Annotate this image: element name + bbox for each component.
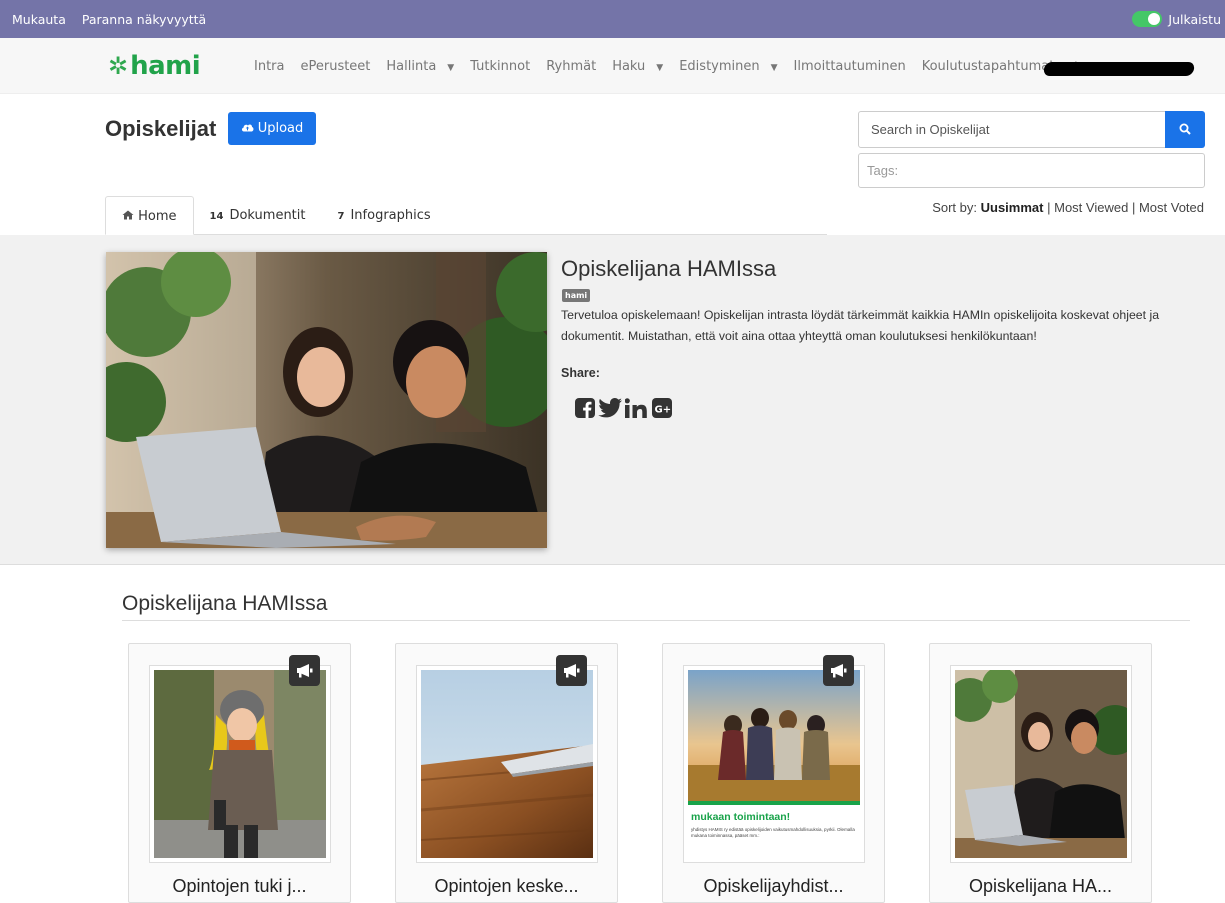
card-thumbnail[interactable] (950, 665, 1132, 863)
tags-input[interactable]: Tags: (858, 153, 1205, 188)
published-label: Julkaistu (1168, 11, 1221, 27)
svg-text:G+: G+ (655, 405, 672, 416)
nav-item-koulutustapahtumat[interactable]: Koulutustapahtumat (922, 59, 1063, 74)
upload-button[interactable]: Upload (228, 112, 316, 145)
share-icons: G+ (575, 398, 675, 422)
hero-title[interactable]: Opiskelijana HAMIssa (561, 256, 776, 282)
chevron-down-icon: ▼ (656, 63, 664, 73)
card-thumbnail[interactable] (416, 665, 598, 863)
improve-visibility-link[interactable]: Paranna näkyvyyttä (82, 12, 206, 27)
flower-icon: ✲ (108, 52, 129, 80)
redacted-user-menu[interactable] (1042, 62, 1196, 76)
card-title[interactable]: Opintojen tuki j... (129, 876, 350, 897)
chevron-down-icon: ▼ (447, 63, 455, 73)
page-title: Opiskelijat (105, 116, 217, 141)
card-thumbnail[interactable] (149, 665, 331, 863)
nav-item-edistyminen[interactable]: Edistyminen ▼ (679, 59, 785, 74)
hami-logo[interactable]: ✲ hami (108, 51, 201, 81)
megaphone-icon[interactable] (556, 655, 587, 686)
document-card[interactable]: mukaan toimintaan! yhdistys HAMIS ry edi… (662, 643, 885, 903)
nav-item-eperusteet[interactable]: ePerusteet (300, 59, 378, 74)
tab-dokumentit[interactable]: 14 Dokumentit (194, 196, 322, 235)
hero-image[interactable] (106, 252, 547, 548)
nav-item-ilmoittautuminen[interactable]: Ilmoittautuminen (794, 59, 914, 74)
twitter-icon[interactable] (598, 398, 622, 422)
tab-infographics[interactable]: 7 Infographics (322, 196, 447, 235)
sort-newest[interactable]: Uusimmat (981, 200, 1044, 215)
linkedin-icon[interactable] (624, 398, 649, 422)
section-title: Opiskelijana HAMIssa (122, 592, 328, 615)
poster-headline: mukaan toimintaan! (691, 811, 791, 823)
megaphone-icon[interactable] (289, 655, 320, 686)
nav-item-intra[interactable]: Intra (254, 59, 292, 74)
chevron-down-icon: ▼ (770, 63, 778, 73)
nav-item-tutkinnot[interactable]: Tutkinnot (470, 59, 538, 74)
search-input[interactable]: Search in Opiskelijat (858, 111, 1166, 148)
admin-bar: Mukauta Paranna näkyvyyttä Julkaistu (0, 0, 1225, 38)
poster-body: yhdistys HAMIS ry edistää opiskelijoiden… (691, 827, 855, 838)
main-navbar: ✲ hami Intra ePerusteet Hallinta ▼ Tutkin… (0, 38, 1225, 94)
facebook-icon[interactable] (575, 398, 595, 422)
search-button[interactable] (1165, 111, 1205, 148)
card-title[interactable]: Opintojen keske... (396, 876, 617, 897)
google-plus-icon[interactable]: G+ (652, 398, 672, 422)
share-label: Share: (561, 366, 600, 380)
nav-links: Intra ePerusteet Hallinta ▼ Tutkinnot Ryh… (254, 59, 1089, 74)
hero-section: Opiskelijana HAMIssa hami Tervetuloa opi… (0, 235, 1225, 565)
toggle-switch[interactable] (1132, 11, 1163, 27)
card-thumbnail[interactable]: mukaan toimintaan! yhdistys HAMIS ry edi… (683, 665, 865, 863)
logo-text: hami (130, 51, 201, 81)
document-card[interactable]: Opintojen tuki j... (128, 643, 351, 903)
tab-home[interactable]: Home (105, 196, 194, 235)
document-card[interactable]: Opintojen keske... (395, 643, 618, 903)
sort-bar: Sort by: Uusimmat | Most Viewed | Most V… (932, 200, 1204, 215)
home-icon (122, 209, 138, 224)
search-icon (1179, 120, 1191, 139)
published-toggle[interactable]: Julkaistu (1132, 11, 1221, 27)
tab-bar: Home 14 Dokumentit 7 Infographics (105, 196, 447, 235)
customize-link[interactable]: Mukauta (12, 12, 66, 27)
cloud-upload-icon (241, 122, 254, 135)
nav-item-hallinta[interactable]: Hallinta ▼ (386, 59, 462, 74)
nav-item-ryhmat[interactable]: Ryhmät (546, 59, 604, 74)
card-title[interactable]: Opiskelijayhdist... (663, 876, 884, 897)
nav-item-haku[interactable]: Haku ▼ (612, 59, 671, 74)
hero-description: Tervetuloa opiskelemaan! Opiskelijan int… (561, 308, 1160, 343)
megaphone-icon[interactable] (823, 655, 854, 686)
card-title[interactable]: Opiskelijana HA... (930, 876, 1151, 897)
sort-most-voted[interactable]: Most Voted (1139, 200, 1204, 215)
upload-label: Upload (257, 121, 304, 136)
document-card[interactable]: Opiskelijana HA... (929, 643, 1152, 903)
sort-label: Sort by: (932, 200, 977, 215)
tag-badge[interactable]: hami (562, 289, 591, 302)
sort-most-viewed[interactable]: Most Viewed (1054, 200, 1128, 215)
